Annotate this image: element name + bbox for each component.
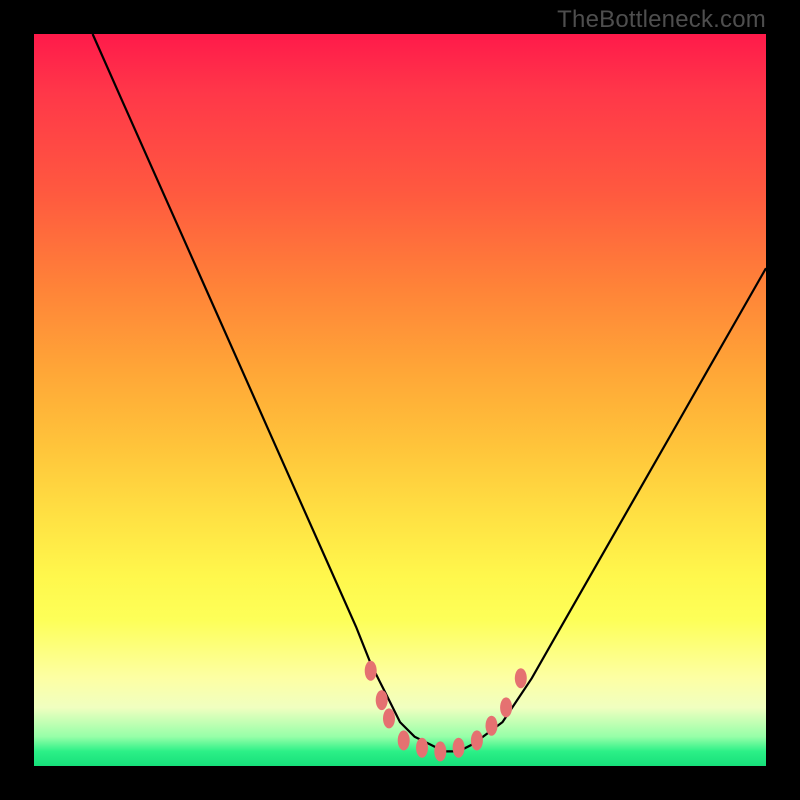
- curve-markers: [365, 661, 527, 762]
- curve-marker: [365, 661, 377, 681]
- watermark-text: TheBottleneck.com: [557, 6, 766, 34]
- curve-marker: [434, 741, 446, 761]
- curve-marker: [486, 716, 498, 736]
- curve-marker: [416, 738, 428, 758]
- plot-area: [34, 34, 766, 766]
- curve-marker: [471, 730, 483, 750]
- curve-marker: [515, 668, 527, 688]
- curve-marker: [398, 730, 410, 750]
- curve-marker: [383, 708, 395, 728]
- curve-marker: [453, 738, 465, 758]
- bottleneck-curve: [93, 34, 766, 751]
- curve-marker: [500, 697, 512, 717]
- curve-marker: [376, 690, 388, 710]
- chart-frame: TheBottleneck.com: [0, 0, 800, 800]
- curve-layer: [34, 34, 766, 766]
